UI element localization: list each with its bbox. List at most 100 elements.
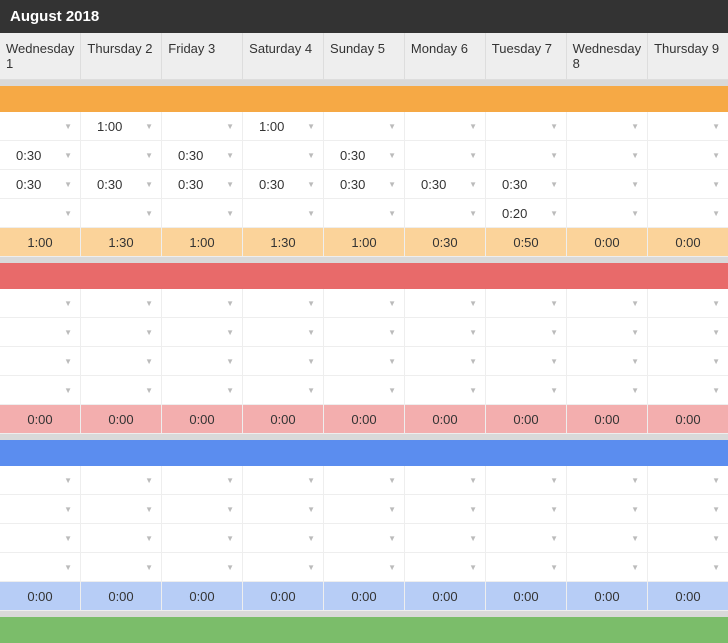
time-cell[interactable]: ▼	[324, 466, 405, 494]
dropdown-caret-icon[interactable]: ▼	[712, 534, 720, 543]
time-cell[interactable]: ▼	[162, 199, 243, 227]
dropdown-caret-icon[interactable]: ▼	[145, 328, 153, 337]
dropdown-caret-icon[interactable]: ▼	[307, 386, 315, 395]
time-cell[interactable]: ▼	[405, 495, 486, 523]
dropdown-caret-icon[interactable]: ▼	[631, 386, 639, 395]
time-cell[interactable]: 1:00▼	[243, 112, 324, 140]
dropdown-caret-icon[interactable]: ▼	[469, 180, 477, 189]
dropdown-caret-icon[interactable]: ▼	[145, 563, 153, 572]
time-cell[interactable]: ▼	[0, 347, 81, 375]
dropdown-caret-icon[interactable]: ▼	[469, 357, 477, 366]
time-cell[interactable]: ▼	[567, 524, 648, 552]
time-cell[interactable]: ▼	[243, 347, 324, 375]
time-cell[interactable]: ▼	[324, 553, 405, 581]
dropdown-caret-icon[interactable]: ▼	[64, 563, 72, 572]
time-cell[interactable]: ▼	[486, 553, 567, 581]
time-cell[interactable]: ▼	[648, 495, 728, 523]
time-cell[interactable]: ▼	[648, 141, 728, 169]
dropdown-caret-icon[interactable]: ▼	[307, 122, 315, 131]
dropdown-caret-icon[interactable]: ▼	[631, 328, 639, 337]
dropdown-caret-icon[interactable]: ▼	[631, 534, 639, 543]
dropdown-caret-icon[interactable]: ▼	[550, 357, 558, 366]
dropdown-caret-icon[interactable]: ▼	[469, 328, 477, 337]
time-cell[interactable]: ▼	[162, 466, 243, 494]
time-cell[interactable]: ▼	[648, 347, 728, 375]
time-cell[interactable]: 0:30▼	[486, 170, 567, 198]
time-cell[interactable]: ▼	[162, 347, 243, 375]
dropdown-caret-icon[interactable]: ▼	[631, 505, 639, 514]
time-cell[interactable]: ▼	[486, 318, 567, 346]
dropdown-caret-icon[interactable]: ▼	[712, 209, 720, 218]
time-cell[interactable]: ▼	[81, 141, 162, 169]
time-cell[interactable]: ▼	[324, 112, 405, 140]
time-cell[interactable]: ▼	[0, 466, 81, 494]
dropdown-caret-icon[interactable]: ▼	[469, 209, 477, 218]
time-cell[interactable]: ▼	[162, 553, 243, 581]
time-cell[interactable]: ▼	[648, 199, 728, 227]
time-cell[interactable]: ▼	[486, 495, 567, 523]
dropdown-caret-icon[interactable]: ▼	[145, 505, 153, 514]
dropdown-caret-icon[interactable]: ▼	[631, 563, 639, 572]
dropdown-caret-icon[interactable]: ▼	[226, 476, 234, 485]
time-cell[interactable]: ▼	[81, 466, 162, 494]
time-cell[interactable]: ▼	[81, 289, 162, 317]
dropdown-caret-icon[interactable]: ▼	[631, 209, 639, 218]
time-cell[interactable]: ▼	[162, 289, 243, 317]
dropdown-caret-icon[interactable]: ▼	[307, 505, 315, 514]
dropdown-caret-icon[interactable]: ▼	[550, 386, 558, 395]
dropdown-caret-icon[interactable]: ▼	[712, 328, 720, 337]
dropdown-caret-icon[interactable]: ▼	[550, 299, 558, 308]
dropdown-caret-icon[interactable]: ▼	[307, 180, 315, 189]
dropdown-caret-icon[interactable]: ▼	[469, 299, 477, 308]
dropdown-caret-icon[interactable]: ▼	[64, 386, 72, 395]
time-cell[interactable]: ▼	[405, 112, 486, 140]
time-cell[interactable]: ▼	[405, 553, 486, 581]
time-cell[interactable]: ▼	[243, 199, 324, 227]
dropdown-caret-icon[interactable]: ▼	[145, 386, 153, 395]
dropdown-caret-icon[interactable]: ▼	[469, 563, 477, 572]
time-cell[interactable]: ▼	[567, 112, 648, 140]
time-cell[interactable]: ▼	[648, 553, 728, 581]
dropdown-caret-icon[interactable]: ▼	[712, 151, 720, 160]
dropdown-caret-icon[interactable]: ▼	[631, 151, 639, 160]
dropdown-caret-icon[interactable]: ▼	[64, 180, 72, 189]
time-cell[interactable]: ▼	[405, 141, 486, 169]
dropdown-caret-icon[interactable]: ▼	[226, 299, 234, 308]
time-cell[interactable]: ▼	[648, 289, 728, 317]
dropdown-caret-icon[interactable]: ▼	[469, 122, 477, 131]
dropdown-caret-icon[interactable]: ▼	[388, 328, 396, 337]
dropdown-caret-icon[interactable]: ▼	[145, 151, 153, 160]
time-cell[interactable]: ▼	[0, 318, 81, 346]
time-cell[interactable]: ▼	[567, 553, 648, 581]
dropdown-caret-icon[interactable]: ▼	[631, 180, 639, 189]
dropdown-caret-icon[interactable]: ▼	[64, 505, 72, 514]
time-cell[interactable]: ▼	[486, 347, 567, 375]
time-cell[interactable]: ▼	[567, 289, 648, 317]
dropdown-caret-icon[interactable]: ▼	[388, 563, 396, 572]
time-cell[interactable]: ▼	[486, 112, 567, 140]
time-cell[interactable]: ▼	[0, 553, 81, 581]
dropdown-caret-icon[interactable]: ▼	[226, 151, 234, 160]
dropdown-caret-icon[interactable]: ▼	[307, 357, 315, 366]
dropdown-caret-icon[interactable]: ▼	[226, 328, 234, 337]
dropdown-caret-icon[interactable]: ▼	[712, 476, 720, 485]
dropdown-caret-icon[interactable]: ▼	[550, 328, 558, 337]
time-cell[interactable]: 0:30▼	[162, 170, 243, 198]
time-cell[interactable]: ▼	[0, 112, 81, 140]
dropdown-caret-icon[interactable]: ▼	[388, 209, 396, 218]
time-cell[interactable]: ▼	[648, 466, 728, 494]
dropdown-caret-icon[interactable]: ▼	[712, 122, 720, 131]
time-cell[interactable]: 1:00▼	[81, 112, 162, 140]
dropdown-caret-icon[interactable]: ▼	[307, 209, 315, 218]
dropdown-caret-icon[interactable]: ▼	[145, 122, 153, 131]
dropdown-caret-icon[interactable]: ▼	[388, 534, 396, 543]
time-cell[interactable]: ▼	[324, 376, 405, 404]
dropdown-caret-icon[interactable]: ▼	[307, 151, 315, 160]
time-cell[interactable]: ▼	[243, 466, 324, 494]
dropdown-caret-icon[interactable]: ▼	[226, 534, 234, 543]
dropdown-caret-icon[interactable]: ▼	[226, 505, 234, 514]
dropdown-caret-icon[interactable]: ▼	[388, 299, 396, 308]
dropdown-caret-icon[interactable]: ▼	[550, 563, 558, 572]
dropdown-caret-icon[interactable]: ▼	[145, 180, 153, 189]
dropdown-caret-icon[interactable]: ▼	[226, 357, 234, 366]
